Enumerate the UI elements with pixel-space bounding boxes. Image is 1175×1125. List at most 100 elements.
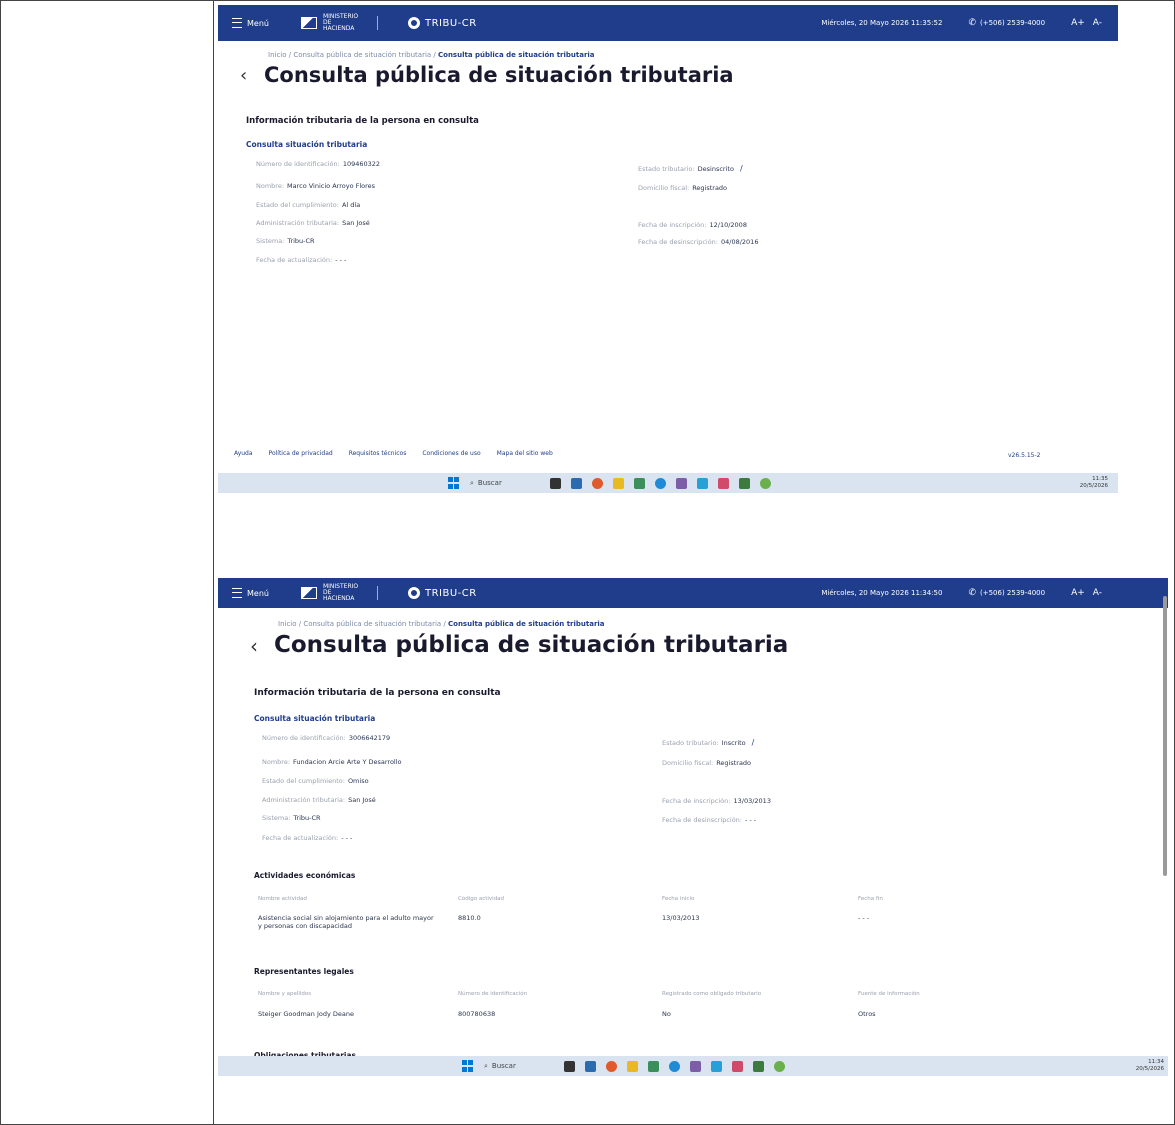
clock-time: 11:35 [1092,476,1108,482]
footer-terms-link[interactable]: Condiciones de uso [422,450,480,457]
section-title: Información tributaria de la persona en … [254,688,501,698]
search-label: Buscar [477,479,502,487]
store-icon[interactable] [634,477,645,489]
footer-sitemap-link[interactable]: Mapa del sitio web [497,450,553,457]
field-value: 12/10/2008 [709,221,747,229]
field-name: Nombre: Marco Vinicio Arroyo Flores [256,182,375,190]
taskview-icon[interactable] [564,1060,575,1072]
tribu-logo[interactable]: TRIBU-CR [407,17,477,29]
app-g-icon[interactable] [774,1060,785,1072]
windows-taskbar: ⌕ Buscar 11:34 20/5/2026 [218,1056,1168,1076]
field-label: Estado del cumplimiento: [256,201,339,209]
breadcrumb-home[interactable]: Inicio [268,51,287,59]
subsection-title: Consulta situación tributaria [254,714,376,723]
chrome-icon[interactable] [606,1060,617,1072]
field-registration-date: Fecha de inscripción: 13/03/2013 [662,797,771,805]
phone-link[interactable]: ✆ (+506) 2539-4000 [968,18,1045,28]
back-chevron-icon[interactable]: ‹ [250,634,258,658]
edge-icon[interactable] [655,477,666,489]
excel-icon[interactable] [739,477,750,489]
field-value: 04/08/2016 [720,238,759,246]
tribu-ring-icon [407,587,420,599]
excel-icon[interactable] [753,1060,764,1072]
breadcrumb-mid[interactable]: Consulta pública de situación tributaria [293,51,431,59]
field-administration: Administración tributaria: San José [256,219,370,227]
phone-link[interactable]: ✆ (+506) 2539-4000 [968,588,1045,598]
scrollbar-thumb[interactable] [1163,596,1167,876]
font-increase-button[interactable]: A+ [1071,588,1085,598]
back-chevron-icon[interactable]: ‹ [240,65,247,86]
chrome-icon[interactable] [592,477,603,489]
tribu-logo[interactable]: TRIBU-CR [407,587,477,599]
app-g-icon[interactable] [760,477,771,489]
rep-registered-cell: No [662,1010,671,1018]
photos-icon[interactable] [732,1060,743,1072]
edge-icon[interactable] [669,1060,680,1072]
taskbar-search[interactable]: ⌕ Buscar [484,1062,544,1071]
representatives-title: Representantes legales [254,967,354,976]
footer-privacy-link[interactable]: Política de privacidad [269,450,333,457]
rep-source-cell: Otros [858,1010,876,1018]
mail-icon[interactable] [585,1060,596,1072]
datetime-display: Miércoles, 20 Mayo 2026 11:35:52 [821,19,943,27]
col-rep-source: Fuente de información [858,991,920,997]
photos-icon[interactable] [718,477,729,489]
taskbar-clock[interactable]: 11:34 20/5/2026 [1136,1059,1164,1073]
field-fiscal-domicile: Domicilio fiscal: Registrado [638,184,727,192]
phone-number: (+506) 2539-4000 [980,589,1046,597]
field-label: Fecha de actualización: [262,834,339,842]
field-label: Nombre: [256,182,285,190]
field-updated: Fecha de actualización: - - - [262,834,352,842]
app-icon[interactable] [711,1060,722,1072]
folder-icon[interactable] [613,477,624,489]
field-value: Marco Vinicio Arroyo Flores [287,182,376,190]
app-icon[interactable] [697,477,708,489]
breadcrumb-mid[interactable]: Consulta pública de situación tributaria [303,620,441,628]
teams-icon[interactable] [676,477,687,489]
taskbar-search[interactable]: ⌕ Buscar [470,479,530,488]
taskbar-clock[interactable]: 11:35 20/5/2026 [1080,476,1108,490]
search-icon: ⌕ [484,1061,488,1070]
col-activity-name: Nombre actividad [258,896,307,902]
field-value: San José [348,796,376,804]
windows-taskbar: ⌕ Buscar 11:35 20/5/2026 [218,473,1118,493]
clock-date: 20/5/2026 [1079,483,1108,489]
store-icon[interactable] [648,1060,659,1072]
teams-icon[interactable] [690,1060,701,1072]
ministry-logo[interactable]: MINISTERIO DE HACIENDA [300,583,386,602]
font-decrease-button[interactable]: A- [1093,588,1102,598]
col-activity-code: Código actividad [458,896,505,902]
folder-icon[interactable] [627,1060,638,1072]
hamburger-icon [232,18,242,28]
menu-button[interactable]: Menú [232,588,269,598]
search-label: Buscar [491,1062,516,1070]
menu-button[interactable]: Menú [232,18,269,28]
info-icon[interactable]: / [752,738,755,747]
mail-icon[interactable] [571,477,582,489]
font-decrease-button[interactable]: A- [1093,18,1102,28]
clock-time: 11:34 [1148,1059,1164,1065]
field-value: Registrado [716,759,752,767]
ministry-name: MINISTERIO DE HACIENDA [322,583,359,602]
field-label: Sistema: [262,814,291,822]
footer-requirements-link[interactable]: Requisitos técnicos [349,450,407,457]
taskview-icon[interactable] [550,477,561,489]
windows-start-icon[interactable] [448,477,460,489]
rep-name-cell: Steiger Goodman Jody Deane [258,1010,354,1018]
menu-label: Menú [247,588,269,598]
font-increase-button[interactable]: A+ [1071,18,1085,28]
brand-name: TRIBU-CR [424,587,477,599]
activity-end-cell: - - - [858,914,870,922]
field-label: Nombre: [262,758,291,766]
windows-start-icon[interactable] [462,1060,474,1072]
info-icon[interactable]: / [740,164,743,173]
ministry-logo[interactable]: MINISTERIO DE HACIENDA [300,14,386,32]
field-compliance: Estado del cumplimiento: Al día [256,201,360,209]
field-value: Inscrito [721,739,746,747]
field-value: - - - [335,256,347,264]
breadcrumb-home[interactable]: Inicio [278,620,297,628]
footer-help-link[interactable]: Ayuda [234,450,253,457]
field-label: Número de identificación: [256,160,340,168]
field-registration-date: Fecha de inscripción: 12/10/2008 [638,221,747,229]
breadcrumb-current: Consulta pública de situación tributaria [448,620,605,628]
